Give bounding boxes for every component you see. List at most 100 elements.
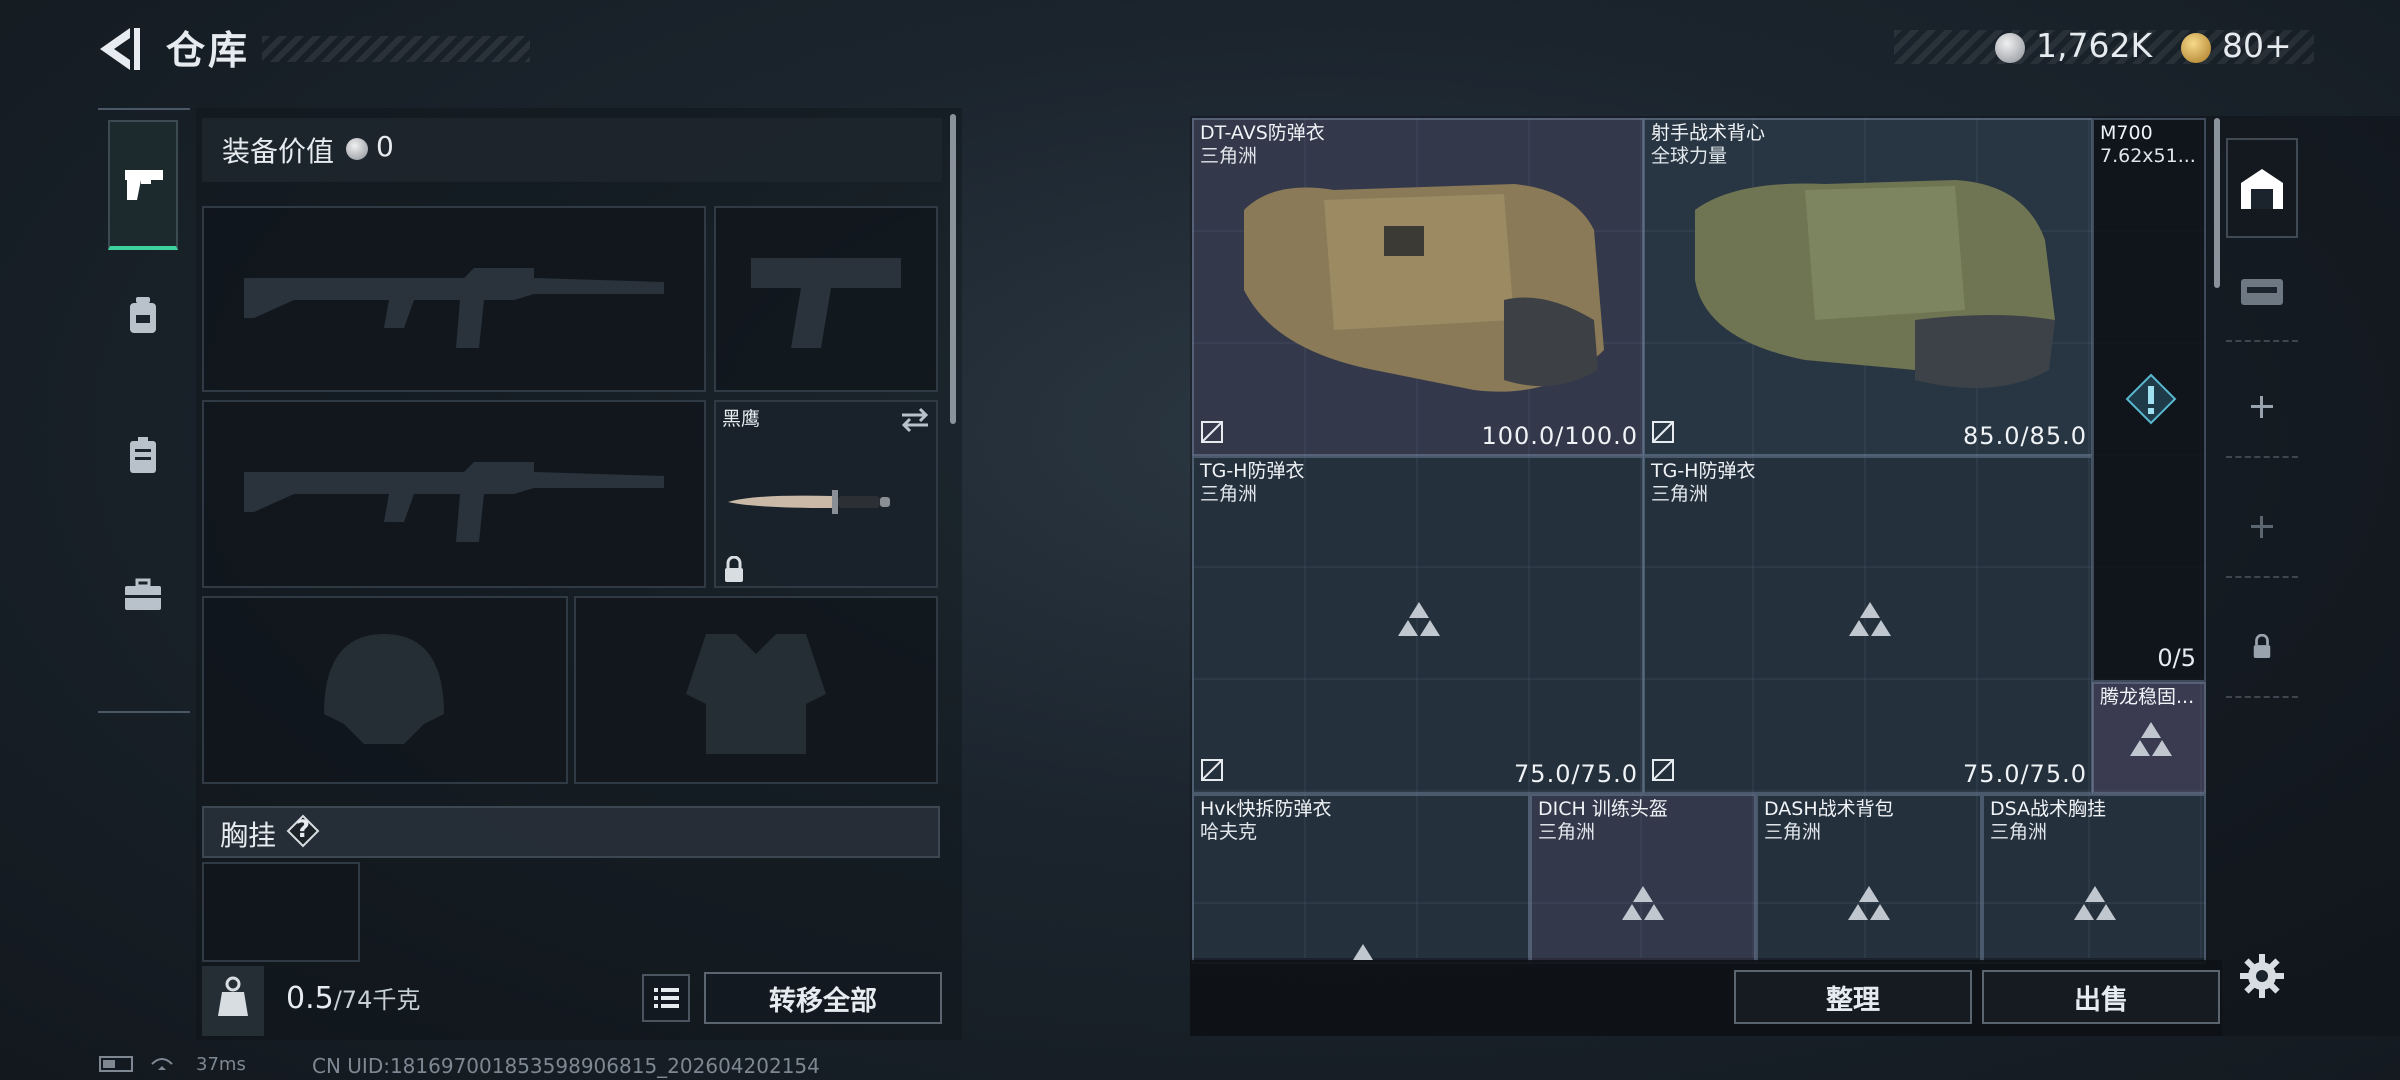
loading-triangle-icon <box>2130 722 2172 756</box>
storage-scrollbar[interactable] <box>2214 118 2220 288</box>
loading-triangle-icon <box>1849 602 1891 636</box>
item-maker: 三角洲 <box>1764 821 1822 843</box>
item-name: TG-H防弹衣 <box>1651 460 1756 482</box>
silver-coin-icon <box>346 138 368 160</box>
item-name: 腾龙稳固... <box>2100 686 2195 708</box>
storage-item-marksman-vest[interactable]: 射手战术背心 全球力量 85.0/85.0 <box>1643 118 2093 456</box>
equipment-value-label: 装备价值 <box>222 135 335 168</box>
swap-icon[interactable] <box>898 406 932 438</box>
lock-icon <box>722 555 746 588</box>
ping-value: 37ms <box>196 1054 246 1075</box>
chest-rig-label: 胸挂 <box>220 819 277 852</box>
helmet-slot[interactable] <box>202 596 568 784</box>
add-storage-button[interactable] <box>2226 358 2298 458</box>
primary-weapon-slot-2[interactable] <box>202 400 706 588</box>
player-uid: CN UID:1816970018535989068​15_2026042021… <box>312 1054 820 1078</box>
currency-silver: 1,762K <box>2036 26 2153 65</box>
help-icon[interactable]: ? <box>286 814 320 848</box>
storage-home-button[interactable] <box>2226 138 2298 238</box>
tab-case[interactable] <box>108 530 178 660</box>
backpack-icon <box>130 297 156 333</box>
storage-item-dt-avs[interactable]: DT-AVS防弹衣 三角洲 100.0/100.0 <box>1192 118 1644 456</box>
gun-storage-button[interactable] <box>2226 242 2298 342</box>
page-title: 仓库 <box>166 29 251 74</box>
back-arrow-icon <box>100 28 140 70</box>
rifle-silhouette-icon <box>244 462 664 542</box>
equipment-scrollbar[interactable] <box>950 114 956 424</box>
item-maker: 哈夫克 <box>1200 821 1258 843</box>
knife-icon <box>728 490 890 514</box>
vest-silhouette-icon <box>686 634 826 754</box>
item-durability: 100.0/100.0 <box>1481 422 1638 450</box>
item-name: DSA战术胸挂 <box>1990 798 2107 820</box>
tactical-vest-icon <box>1695 180 2055 388</box>
gold-coin-icon <box>2181 33 2211 63</box>
item-caliber: 7.62x51... <box>2100 145 2196 167</box>
tab-backpack[interactable] <box>108 250 178 380</box>
loading-triangle-icon <box>1398 602 1440 636</box>
item-name: 射手战术背心 <box>1651 122 1766 144</box>
storage-item-hvk[interactable]: Hvk快拆防弹衣 哈夫克 <box>1192 794 1530 964</box>
loading-triangle-icon <box>1622 886 1664 920</box>
organize-button[interactable]: 整理 <box>1734 970 1972 1024</box>
vest-icon <box>130 437 156 473</box>
body-armor-icon <box>1244 184 1604 392</box>
storage-item-m700[interactable]: M700 7.62x51... 0/5 <box>2092 118 2206 682</box>
item-maker: 三角洲 <box>1651 483 1709 505</box>
locked-storage-button[interactable] <box>2226 598 2298 698</box>
chest-rig-slot[interactable] <box>202 862 360 962</box>
item-name: DASH战术背包 <box>1764 798 1894 820</box>
storage-item-dash-backpack[interactable]: DASH战术背包 三角洲 <box>1756 794 1982 964</box>
storage-item-dsa-chest-rig[interactable]: DSA战术胸挂 三角洲 <box>1982 794 2206 964</box>
toolbox-icon <box>125 578 161 610</box>
sell-button[interactable]: 出售 <box>1982 970 2220 1024</box>
weight-value: 0.5 <box>286 981 334 1016</box>
pistol-slot[interactable] <box>714 206 938 392</box>
storage-item-tg-h-2[interactable]: TG-H防弹衣 三角洲 75.0/75.0 <box>1643 456 2093 794</box>
item-durability: 75.0/75.0 <box>1963 760 2087 788</box>
no-insure-icon <box>1651 420 1675 448</box>
equipment-value: 0 <box>376 130 394 163</box>
item-maker: 三角洲 <box>1200 145 1258 167</box>
no-insure-icon <box>1651 758 1675 786</box>
warehouse-icon <box>2241 169 2283 209</box>
storage-item-tg-h-1[interactable]: TG-H防弹衣 三角洲 75.0/75.0 <box>1192 456 1644 794</box>
item-name: Hvk快拆防弹衣 <box>1200 798 1332 820</box>
item-name: TG-H防弹衣 <box>1200 460 1305 482</box>
silver-coin-icon <box>1995 33 2025 63</box>
tab-weapons[interactable] <box>108 120 178 250</box>
item-maker: 三角洲 <box>1200 483 1258 505</box>
item-maker: 三角洲 <box>1538 821 1596 843</box>
back-button[interactable] <box>96 24 142 74</box>
storage-item-tenglong[interactable]: 腾龙稳固... <box>2092 682 2206 794</box>
device-status <box>98 1052 188 1079</box>
loading-triangle-icon <box>2074 886 2116 920</box>
weight-icon <box>202 966 264 1036</box>
storage-side-rail <box>2222 108 2302 728</box>
warning-diamond-icon <box>2125 373 2177 425</box>
item-durability: 75.0/75.0 <box>1514 760 1638 788</box>
item-name: M700 <box>2100 122 2153 144</box>
armor-slot[interactable] <box>574 596 938 784</box>
item-name: DT-AVS防弹衣 <box>1200 122 1325 144</box>
item-maker: 全球力量 <box>1651 145 1728 167</box>
settings-gear-icon[interactable] <box>2238 952 2286 1000</box>
storage-item-dich-helmet[interactable]: DICH 训练头盔 三角洲 <box>1530 794 1756 964</box>
battery-wifi-icon <box>99 1056 173 1072</box>
transfer-all-button[interactable]: 转移全部 <box>704 972 942 1024</box>
no-insure-icon <box>1200 758 1224 786</box>
pistol-silhouette-icon <box>751 258 901 348</box>
list-icon <box>654 988 679 1008</box>
pistol-icon <box>125 170 163 200</box>
tab-armor[interactable] <box>108 390 178 520</box>
category-rail <box>98 108 190 713</box>
currency-gold[interactable]: 80+ <box>2222 26 2292 65</box>
item-durability: 85.0/85.0 <box>1963 422 2087 450</box>
primary-weapon-slot-1[interactable] <box>202 206 706 392</box>
add-storage-button-2[interactable] <box>2226 478 2298 578</box>
rifle-silhouette-icon <box>244 268 664 348</box>
list-view-button[interactable] <box>642 974 690 1022</box>
item-name: DICH 训练头盔 <box>1538 798 1668 820</box>
gun-case-icon <box>2241 279 2283 305</box>
title-stripe <box>262 36 530 62</box>
